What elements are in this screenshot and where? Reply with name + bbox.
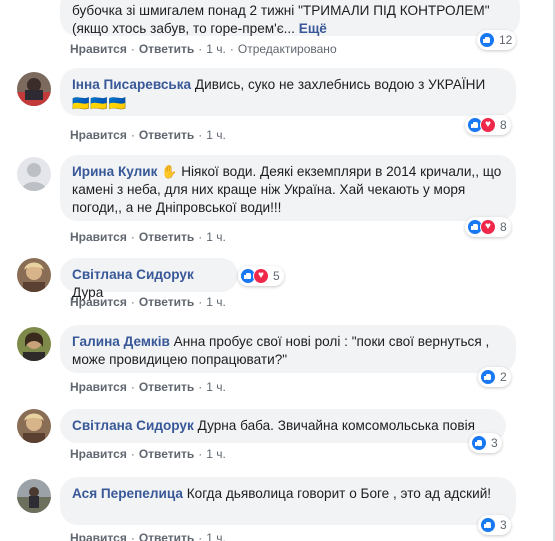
like-button[interactable]: Нравится <box>70 380 127 394</box>
comment-text: Когда дьяволица говорит о Боге , это ад … <box>186 486 492 501</box>
like-icon <box>479 32 495 48</box>
author-name[interactable]: Ирина Кулик <box>72 164 157 179</box>
comment-bubble: бубочка зі шмигалем понад 2 тижні "ТРИМА… <box>60 0 520 36</box>
reaction-count: 8 <box>500 118 507 132</box>
comment: Інна Писаревська Дивись, суко не захлебн… <box>0 68 553 148</box>
author-name[interactable]: Ася Перепелица <box>72 486 183 501</box>
comment: Ирина Кулик ✋ Ніякої води. Деякі екземпл… <box>0 155 553 245</box>
comment-actions: Нравится · Ответить · 1 ч. · Отредактировано <box>70 42 337 56</box>
timestamp[interactable]: 1 ч. <box>206 295 226 309</box>
author-name[interactable]: Галина Демків <box>72 334 170 349</box>
author-name[interactable]: Світлана Сидорук <box>72 418 194 433</box>
flag-emoji: 🇺🇦🇺🇦🇺🇦 <box>72 95 128 111</box>
reply-button[interactable]: Ответить <box>139 42 194 56</box>
avatar[interactable] <box>17 409 51 443</box>
like-icon <box>480 517 496 533</box>
hand-emoji-icon: ✋ <box>161 164 178 179</box>
avatar[interactable] <box>17 72 51 106</box>
comment-bubble: Галина Демків Анна пробує свої нові ролі… <box>60 325 516 373</box>
comment-bubble: Світлана Сидорук Дурна баба. Звичайна ко… <box>60 409 506 443</box>
comment-text: бубочка зі шмигалем понад 2 тижні "ТРИМА… <box>72 3 490 36</box>
comment-actions: Нравится · Ответить · 1 ч. <box>70 295 226 309</box>
reaction-count: 8 <box>500 220 507 234</box>
comment-actions: Нравится · Ответить · 1 ч. <box>70 230 226 244</box>
author-name[interactable]: Інна Писаревська <box>72 77 191 92</box>
reaction-summary[interactable]: 5 <box>238 266 284 286</box>
comment: Ася Перепелица Когда дьяволица говорит о… <box>0 477 553 541</box>
avatar[interactable] <box>17 327 51 361</box>
reaction-count: 3 <box>500 518 507 532</box>
timestamp[interactable]: 1 ч. <box>206 531 226 541</box>
timestamp[interactable]: 1 ч. <box>206 42 226 56</box>
like-button[interactable]: Нравится <box>70 230 127 244</box>
timestamp[interactable]: 1 ч. <box>206 230 226 244</box>
reaction-summary[interactable]: 12 <box>477 30 517 50</box>
comment-actions: Нравится · Ответить · 1 ч. <box>70 531 226 541</box>
like-button[interactable]: Нравится <box>70 447 127 461</box>
love-icon <box>480 219 496 235</box>
comment: бубочка зі шмигалем понад 2 тижні "ТРИМА… <box>0 0 553 62</box>
comment: Світлана Сидорук Дурна баба. Звичайна ко… <box>0 409 553 464</box>
like-button[interactable]: Нравится <box>70 531 127 541</box>
like-button[interactable]: Нравится <box>70 42 127 56</box>
comment-bubble: Ирина Кулик ✋ Ніякої води. Деякі екземпл… <box>60 155 516 221</box>
reaction-count: 12 <box>499 33 513 47</box>
edited-label: Отредактировано <box>237 42 337 56</box>
avatar[interactable] <box>17 479 51 513</box>
comment-actions: Нравится · Ответить · 1 ч. <box>70 128 226 142</box>
timestamp[interactable]: 1 ч. <box>206 380 226 394</box>
reaction-count: 3 <box>491 436 498 450</box>
reply-button[interactable]: Ответить <box>139 447 194 461</box>
reaction-summary[interactable]: 8 <box>465 217 511 237</box>
reaction-count: 2 <box>500 370 507 384</box>
reaction-summary[interactable]: 3 <box>469 433 502 453</box>
reaction-summary[interactable]: 2 <box>478 367 511 387</box>
comment-actions: Нравится · Ответить · 1 ч. <box>70 380 226 394</box>
comment-actions: Нравится · Ответить · 1 ч. <box>70 447 226 461</box>
timestamp[interactable]: 1 ч. <box>206 128 226 142</box>
reply-button[interactable]: Ответить <box>139 295 194 309</box>
love-icon <box>253 268 269 284</box>
timestamp[interactable]: 1 ч. <box>206 447 226 461</box>
comment-bubble: Інна Писаревська Дивись, суко не захлебн… <box>60 68 516 116</box>
comment-text: Дурна баба. Звичайна комсомольська повія <box>197 418 475 433</box>
like-icon <box>480 369 496 385</box>
reply-button[interactable]: Ответить <box>139 380 194 394</box>
love-icon <box>480 117 496 133</box>
comment: Галина Демків Анна пробує свої нові ролі… <box>0 325 553 397</box>
author-name[interactable]: Світлана Сидорук <box>72 267 194 282</box>
reply-button[interactable]: Ответить <box>139 128 194 142</box>
see-more-link[interactable]: Ещё <box>299 21 327 36</box>
reaction-summary[interactable]: 8 <box>465 115 511 135</box>
reaction-count: 5 <box>273 269 280 283</box>
comment-bubble: Ася Перепелица Когда дьяволица говорит о… <box>60 477 516 525</box>
like-button[interactable]: Нравится <box>70 128 127 142</box>
like-icon <box>471 435 487 451</box>
comment: Світлана Сидорук Дура 5 Нравится·Ответит… <box>0 258 553 313</box>
avatar[interactable] <box>17 157 51 191</box>
avatar[interactable] <box>17 258 51 292</box>
reply-button[interactable]: Ответить <box>139 230 194 244</box>
like-button[interactable]: Нравится <box>70 295 127 309</box>
comment-bubble: Світлана Сидорук Дура <box>60 258 238 300</box>
reaction-summary[interactable]: 3 <box>478 515 511 535</box>
comment-text: Дивись, суко не захлебнись водою з УКРАЇ… <box>194 77 486 92</box>
reply-button[interactable]: Ответить <box>139 531 194 541</box>
